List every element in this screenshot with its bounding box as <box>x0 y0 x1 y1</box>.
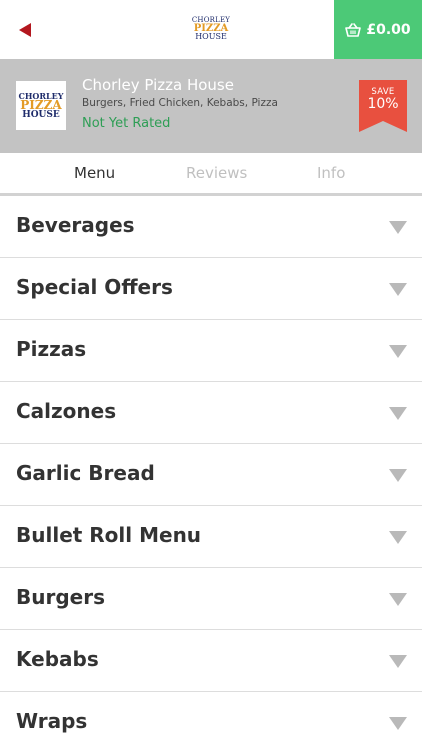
category-row-pizzas[interactable]: Pizzas <box>0 320 422 382</box>
restaurant-logo-house: HOUSE <box>22 109 60 120</box>
tab-bar: Menu Reviews Info <box>0 153 422 196</box>
discount-value: 10% <box>367 96 399 112</box>
category-label: Bullet Roll Menu <box>16 523 202 547</box>
tab-info[interactable]: Info <box>317 164 345 182</box>
top-bar: CHORLEY PIZZA HOUSE £0.00 <box>0 0 422 59</box>
restaurant-cuisines: Burgers, Fried Chicken, Kebabs, Pizza <box>82 97 278 109</box>
chevron-down-icon <box>389 531 407 544</box>
category-label: Beverages <box>16 213 135 237</box>
tab-reviews[interactable]: Reviews <box>186 164 247 182</box>
back-button[interactable] <box>10 14 40 46</box>
restaurant-logo-pizza: PIZZA <box>20 97 62 112</box>
discount-badge: SAVE 10% <box>359 80 407 132</box>
chevron-down-icon <box>389 345 407 358</box>
chevron-down-icon <box>389 717 407 730</box>
basket-button[interactable]: £0.00 <box>334 0 422 59</box>
basket-total: £0.00 <box>366 21 411 38</box>
menu-category-list: Beverages Special Offers Pizzas Calzones… <box>0 196 422 750</box>
chevron-down-icon <box>389 407 407 420</box>
category-row-wraps[interactable]: Wraps <box>0 692 422 750</box>
category-label: Burgers <box>16 585 105 609</box>
chevron-down-icon <box>389 283 407 296</box>
basket-icon <box>345 22 362 37</box>
chevron-down-icon <box>389 593 407 606</box>
category-label: Garlic Bread <box>16 461 155 485</box>
restaurant-header: CHORLEY PIZZA HOUSE Chorley Pizza House … <box>0 59 422 153</box>
logo-text-house: HOUSE <box>195 32 227 41</box>
category-row-garlic-bread[interactable]: Garlic Bread <box>0 444 422 506</box>
chevron-down-icon <box>389 469 407 482</box>
back-arrow-icon <box>19 23 31 37</box>
category-label: Wraps <box>16 709 88 733</box>
category-label: Kebabs <box>16 647 99 671</box>
tab-menu[interactable]: Menu <box>74 164 115 182</box>
category-row-bullet-roll-menu[interactable]: Bullet Roll Menu <box>0 506 422 568</box>
category-label: Special Offers <box>16 275 173 299</box>
app-logo: CHORLEY PIZZA HOUSE <box>190 17 232 43</box>
category-row-special-offers[interactable]: Special Offers <box>0 258 422 320</box>
category-row-kebabs[interactable]: Kebabs <box>0 630 422 692</box>
category-row-calzones[interactable]: Calzones <box>0 382 422 444</box>
restaurant-logo: CHORLEY PIZZA HOUSE <box>16 81 66 130</box>
category-label: Pizzas <box>16 337 87 361</box>
chevron-down-icon <box>389 655 407 668</box>
restaurant-name: Chorley Pizza House <box>82 76 234 94</box>
category-label: Calzones <box>16 399 117 423</box>
restaurant-rating: Not Yet Rated <box>82 116 171 131</box>
chevron-down-icon <box>389 221 407 234</box>
category-row-burgers[interactable]: Burgers <box>0 568 422 630</box>
category-row-beverages[interactable]: Beverages <box>0 196 422 258</box>
